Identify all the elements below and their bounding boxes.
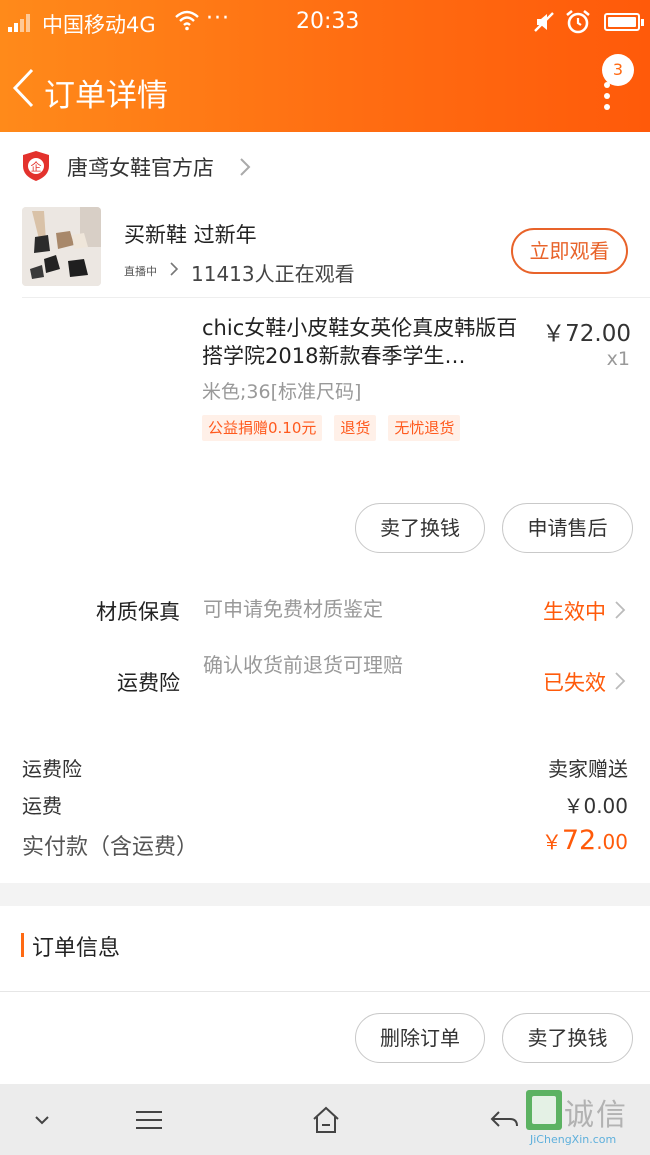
tag-charity: 公益捐赠0.10元 xyxy=(202,415,323,441)
divider xyxy=(22,297,650,298)
total-currency: ￥ xyxy=(541,830,562,854)
bottom-action-bar: 删除订单 卖了换钱 xyxy=(0,991,650,1084)
product-quantity: x1 xyxy=(606,348,630,370)
shop-name: 唐鸢女鞋官方店 xyxy=(67,156,214,180)
store-badge-icon: 企 xyxy=(23,151,49,181)
back-arrow-icon[interactable] xyxy=(488,1104,520,1136)
watermark: 诚信 JiChengXin.com xyxy=(526,1090,644,1148)
mute-icon xyxy=(534,12,554,32)
total-decimal: .00 xyxy=(596,830,628,854)
section-title: 订单信息 xyxy=(32,936,121,961)
total-integer: 72 xyxy=(561,825,597,856)
live-status-label: 直播中 xyxy=(124,265,157,278)
order-info-section: 订单信息 xyxy=(0,906,650,992)
home-icon[interactable] xyxy=(310,1104,342,1136)
battery-icon xyxy=(604,13,644,31)
chevron-down-icon[interactable] xyxy=(26,1104,58,1136)
summary-value: 卖家赠送 xyxy=(548,757,628,781)
store-badge-text: 企 xyxy=(31,160,42,174)
sell-for-cash-button[interactable]: 卖了换钱 xyxy=(502,1013,633,1063)
system-nav-bar: 诚信 JiChengXin.com xyxy=(0,1084,650,1155)
product-name: chic女鞋小皮鞋女英伦真皮韩版百搭学院2018新款春季学生… xyxy=(202,316,518,368)
service-label: 运费险 xyxy=(117,671,180,695)
chevron-right-icon xyxy=(615,601,626,619)
clock: 20:33 xyxy=(296,9,360,34)
service-label: 材质保真 xyxy=(96,600,180,624)
total-amount: ￥72.00 xyxy=(542,825,628,856)
app-header: 中国移动4G ··· 20:33 订单详情 3 xyxy=(0,0,650,132)
tag-worry-free-return: 无忧退货 xyxy=(388,415,461,441)
more-notifications-icon: ··· xyxy=(206,6,230,31)
tag-return: 退货 xyxy=(334,415,377,441)
order-card: 企 唐鸢女鞋官方店 买新鞋 过新年 直播中 11413人正在观看 立即观看 ch… xyxy=(0,132,650,883)
chevron-right-icon xyxy=(615,672,626,690)
nav-bar: 订单详情 3 xyxy=(0,46,650,132)
signal-icon xyxy=(8,14,30,32)
section-accent-bar xyxy=(21,933,24,957)
product-price: ￥72.00 xyxy=(542,321,631,347)
summary-label: 运费 xyxy=(22,794,62,818)
status-bar: 中国移动4G ··· 20:33 xyxy=(0,0,650,46)
watermark-text: 诚信 xyxy=(564,1098,628,1133)
watermark-logo-icon xyxy=(526,1090,562,1130)
service-desc: 确认收货前退货可理赔 xyxy=(203,653,403,677)
service-status: 生效中 xyxy=(543,600,606,624)
viewer-count: 11413人正在观看 xyxy=(191,262,355,286)
live-stream-banner[interactable]: 买新鞋 过新年 直播中 11413人正在观看 立即观看 xyxy=(22,207,632,287)
watermark-subtext: JiChengXin.com xyxy=(530,1133,617,1146)
page-title: 订单详情 xyxy=(44,78,168,114)
chevron-right-icon xyxy=(240,158,251,176)
after-sale-button[interactable]: 申请售后 xyxy=(502,503,633,553)
total-label: 实付款（含运费） xyxy=(22,835,199,860)
carrier-label: 中国移动4G xyxy=(42,13,156,37)
sell-for-cash-button[interactable]: 卖了换钱 xyxy=(355,503,485,553)
wifi-icon xyxy=(175,10,199,31)
product-sku: 米色;36[标准尺码] xyxy=(202,381,362,403)
alarm-icon xyxy=(566,9,590,34)
delete-order-button[interactable]: 删除订单 xyxy=(355,1013,485,1063)
menu-icon[interactable] xyxy=(133,1104,165,1136)
watch-now-button[interactable]: 立即观看 xyxy=(511,228,628,274)
summary-shipping-row: 运费 ￥0.00 xyxy=(22,790,628,818)
summary-label: 运费险 xyxy=(22,757,82,781)
chevron-right-icon xyxy=(170,262,179,276)
summary-total-row: 实付款（含运费） ￥72.00 xyxy=(22,825,628,863)
product-tags: 公益捐赠0.10元 退货 无忧退货 xyxy=(202,415,461,441)
service-status: 已失效 xyxy=(543,671,606,695)
service-desc: 可申请免费材质鉴定 xyxy=(203,597,383,621)
summary-insurance-row: 运费险 卖家赠送 xyxy=(22,753,628,781)
live-headline: 买新鞋 过新年 xyxy=(124,223,257,247)
back-icon[interactable] xyxy=(10,68,38,108)
live-thumbnail-image xyxy=(22,207,101,286)
message-count-badge: 3 xyxy=(602,54,634,86)
summary-value: ￥0.00 xyxy=(563,794,628,818)
